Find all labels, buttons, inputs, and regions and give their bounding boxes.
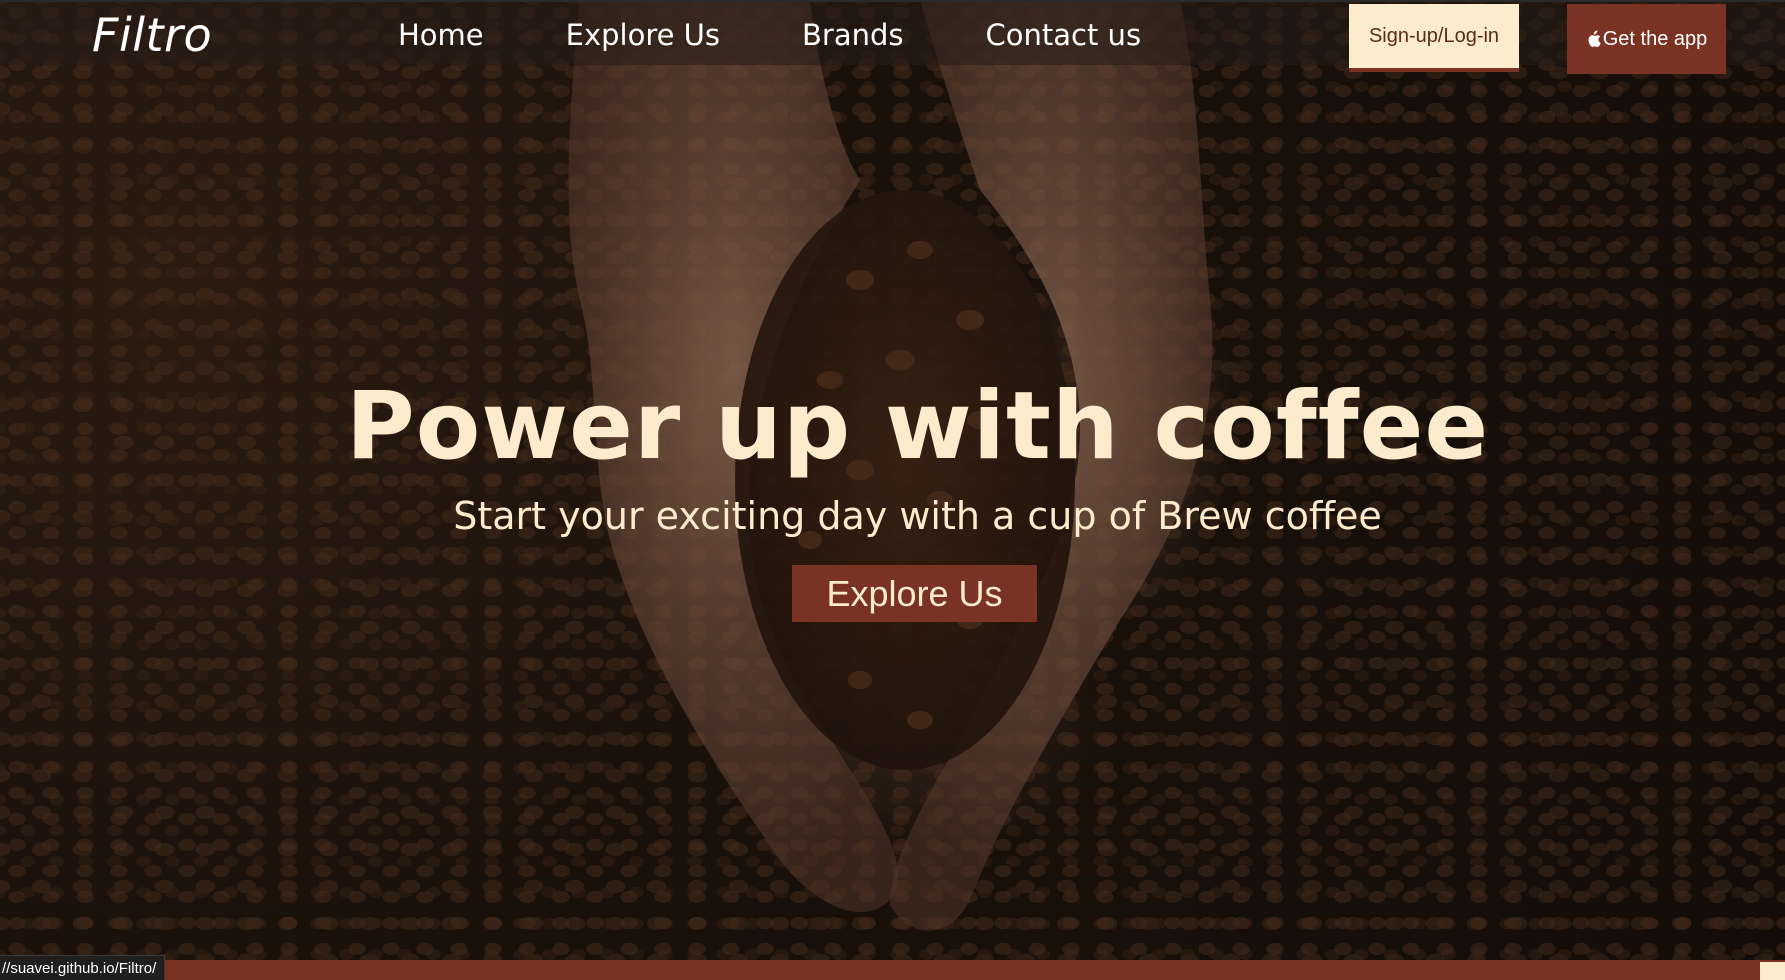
explore-us-cta-button[interactable]: Explore Us [792, 565, 1037, 622]
nav-item-home[interactable]: Home [398, 18, 484, 52]
hero-title: Power up with coffee [345, 372, 1490, 481]
get-the-app-label: Get the app [1602, 27, 1708, 50]
explore-us-cta-label: Explore Us [826, 572, 1003, 614]
bottom-accent-bar [0, 960, 1785, 980]
nav-links: Home Explore Us Brands Contact us [398, 18, 1223, 52]
apple-icon [1588, 30, 1601, 47]
get-the-app-button[interactable]: Get the app [1567, 4, 1726, 74]
page: Filtro Home Explore Us Brands Contact us… [0, 0, 1785, 980]
browser-status-url: //suavei.github.io/Filtro/ [0, 955, 166, 980]
hero-darken-overlay [0, 0, 1785, 980]
brand-logo[interactable]: Filtro [92, 8, 212, 62]
signup-login-label: Sign-up/Log-in [1368, 24, 1500, 47]
bottom-corner-block [1760, 962, 1785, 980]
signup-login-button[interactable]: Sign-up/Log-in [1349, 4, 1519, 72]
nav-item-contact-us[interactable]: Contact us [986, 18, 1142, 52]
hero-subtitle: Start your exciting day with a cup of Br… [453, 494, 1382, 538]
top-navbar: Filtro Home Explore Us Brands Contact us… [0, 0, 1785, 74]
nav-item-brands[interactable]: Brands [802, 18, 904, 52]
nav-item-explore-us[interactable]: Explore Us [566, 18, 720, 52]
